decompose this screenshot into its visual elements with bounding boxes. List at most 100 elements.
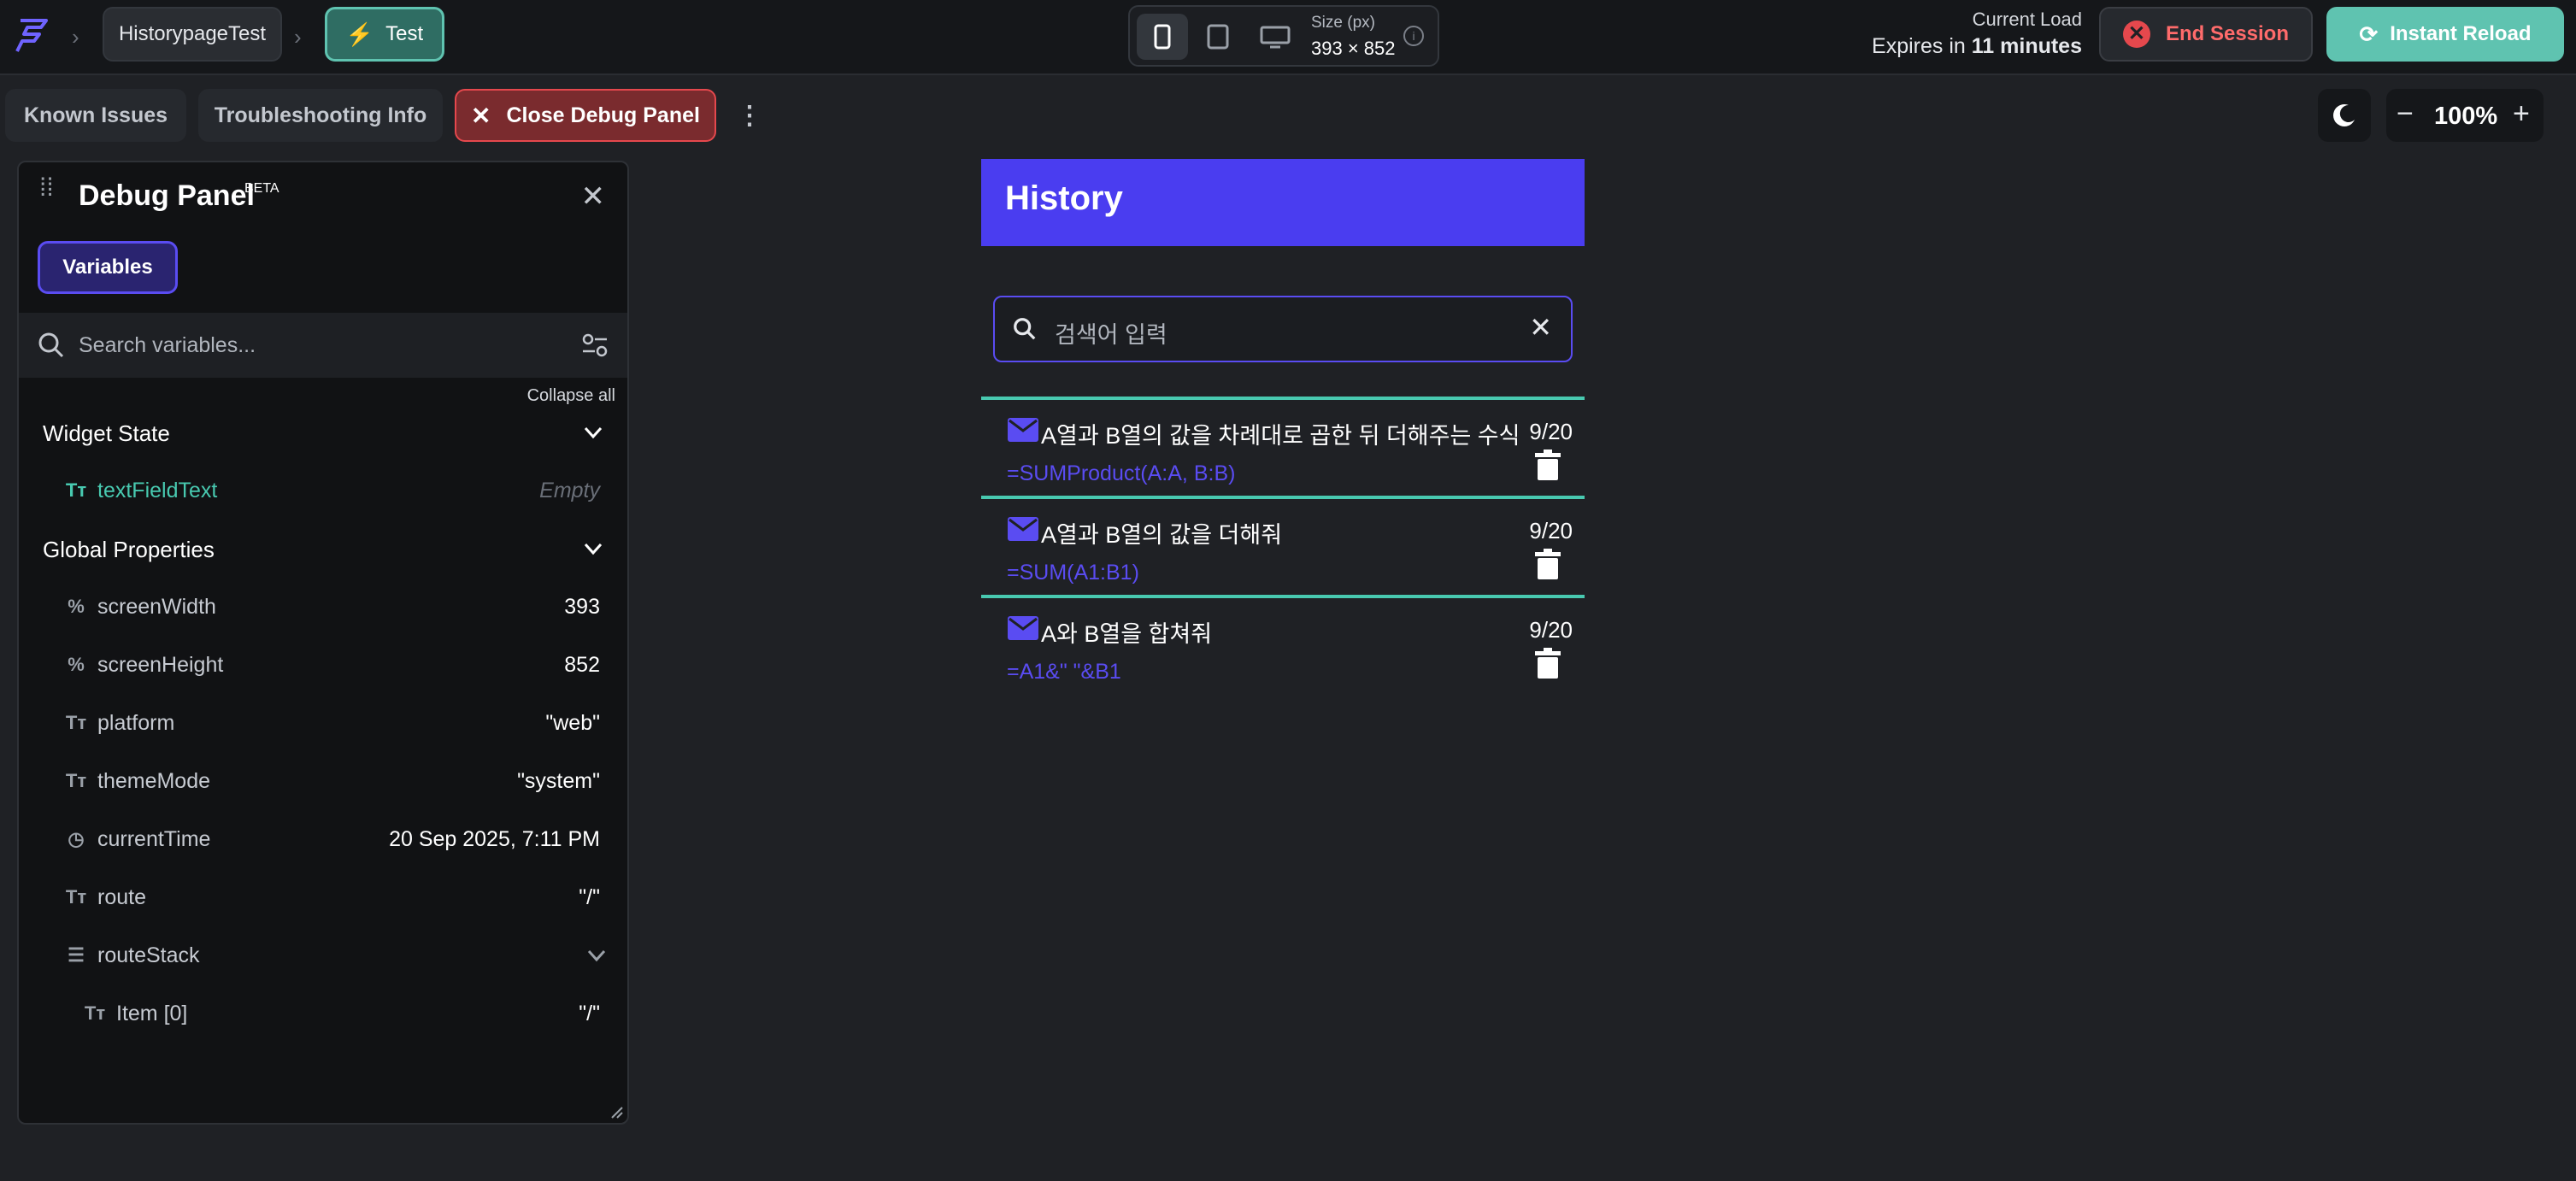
expires-prefix: Expires in — [1872, 34, 1966, 58]
app-preview: History 검색어 입력 ✕ A열과 B열의 값을 차례대로 곱한 뒤 더해… — [981, 159, 1585, 1181]
history-item-formula: =SUMProduct(A:A, B:B) — [1007, 461, 1236, 485]
close-panel-icon[interactable]: ✕ — [581, 179, 606, 214]
history-item-title: A열과 B열의 값을 차례대로 곱한 뒤 더해주는 수식 — [1041, 423, 1520, 449]
variable-name: Item [0] — [116, 1001, 188, 1025]
text-type-icon: Tт — [65, 712, 87, 733]
debug-panel-title: Debug Panel — [79, 179, 255, 212]
trash-icon[interactable] — [1535, 549, 1561, 579]
bolt-icon: ⚡ — [345, 21, 374, 47]
variable-name: route — [97, 884, 146, 909]
variables-tab-label: Variables — [62, 256, 153, 279]
desktop-device-button[interactable] — [1250, 14, 1301, 60]
close-icon: ✕ — [471, 102, 491, 129]
more-options-icon[interactable]: ⋮ — [737, 101, 762, 131]
collapse-all-link[interactable]: Collapse all — [527, 386, 615, 406]
resize-handle-icon[interactable] — [609, 1104, 624, 1119]
debug-panel: ⁞⁞ Debug Panel BETA ✕ Variables Search v… — [17, 161, 629, 1125]
known-issues-label: Known Issues — [23, 103, 168, 127]
history-item-date: 9/20 — [1529, 518, 1573, 543]
search-icon — [1014, 318, 1036, 340]
history-item[interactable]: A열과 B열의 값을 차례대로 곱한 뒤 더해주는 수식 =SUMProduct… — [981, 397, 1585, 496]
chevron-down-icon[interactable] — [583, 538, 603, 559]
zoom-out-icon[interactable]: − — [2397, 97, 2414, 131]
variable-row-screenheight[interactable]: % screenHeight 852 — [19, 636, 631, 694]
percent-icon: % — [68, 596, 85, 617]
variable-name: screenHeight — [97, 652, 224, 677]
beta-badge: BETA — [244, 181, 279, 196]
end-session-button[interactable]: ✕ End Session — [2099, 7, 2313, 62]
variable-row-route[interactable]: Tт route "/" — [19, 868, 631, 926]
device-selector: Size (px) 393 × 852 i — [1128, 5, 1439, 67]
instant-reload-button[interactable]: ⟳ Instant Reload — [2326, 7, 2564, 62]
variable-search-bar[interactable]: Search variables... — [19, 313, 627, 378]
zoom-in-icon[interactable]: + — [2513, 97, 2530, 131]
troubleshooting-button[interactable]: Troubleshooting Info — [198, 89, 443, 142]
widget-state-header[interactable]: Widget State — [43, 420, 170, 447]
top-bar: › HistorypageTest › ⚡ Test Size (px) 393… — [0, 0, 2576, 75]
history-item-formula: =SUM(A1:B1) — [1007, 561, 1139, 585]
clear-search-icon[interactable]: ✕ — [1529, 311, 1552, 344]
breadcrumb-chevron-icon: › — [294, 24, 302, 50]
history-item[interactable]: A와 B열을 합쳐줘 =A1&" "&B1 9/20 — [981, 595, 1585, 694]
filter-icon[interactable] — [581, 332, 609, 359]
variable-value: "web" — [545, 710, 600, 735]
variable-name: themeMode — [97, 768, 211, 793]
text-type-icon: Tт — [65, 479, 87, 501]
phone-icon — [1154, 24, 1171, 50]
variable-row-currenttime[interactable]: ◷ currentTime 20 Sep 2025, 7:11 PM — [19, 810, 631, 868]
end-session-label: End Session — [2165, 22, 2290, 45]
global-properties-header[interactable]: Global Properties — [43, 537, 215, 563]
info-icon[interactable]: i — [1403, 26, 1424, 46]
variable-search-placeholder: Search variables... — [79, 333, 256, 357]
expires-value: 11 minutes — [1971, 34, 2082, 58]
variable-value: "/" — [579, 884, 600, 909]
variable-row-routestack-item-0[interactable]: Tт Item [0] "/" — [19, 984, 631, 1043]
variable-value: 20 Sep 2025, 7:11 PM — [389, 826, 600, 851]
history-search-input[interactable]: 검색어 입력 ✕ — [993, 296, 1573, 362]
size-value: 393 × 852 — [1311, 38, 1396, 59]
variable-row-platform[interactable]: Tт platform "web" — [19, 694, 631, 752]
history-item-formula: =A1&" "&B1 — [1007, 660, 1121, 684]
chevron-down-icon[interactable] — [586, 945, 607, 966]
search-placeholder: 검색어 입력 — [1055, 322, 1167, 348]
flutterflow-logo-icon[interactable] — [12, 17, 51, 55]
variable-value: Empty — [539, 478, 600, 502]
variable-row-screenwidth[interactable]: % screenWidth 393 — [19, 578, 631, 636]
history-item-date: 9/20 — [1529, 419, 1573, 444]
history-item-title: A열과 B열의 값을 더해줘 — [1041, 522, 1283, 548]
text-type-icon: Tт — [65, 886, 87, 908]
breadcrumb-chevron-icon: › — [72, 24, 79, 50]
instant-reload-label: Instant Reload — [2390, 22, 2532, 45]
troubleshooting-label: Troubleshooting Info — [214, 103, 427, 127]
drag-handle-icon[interactable]: ⁞⁞ — [39, 175, 54, 201]
close-debug-panel-button[interactable]: ✕ Close Debug Panel — [455, 89, 716, 142]
variables-tab[interactable]: Variables — [38, 241, 178, 294]
variable-name: textFieldText — [97, 478, 218, 502]
history-item[interactable]: A열과 B열의 값을 더해줘 =SUM(A1:B1) 9/20 — [981, 496, 1585, 595]
trash-icon[interactable] — [1535, 449, 1561, 480]
tablet-icon — [1207, 24, 1229, 50]
history-item-date: 9/20 — [1529, 617, 1573, 643]
known-issues-button[interactable]: Known Issues — [5, 89, 186, 142]
theme-toggle-button[interactable] — [2318, 89, 2371, 142]
current-load-label: Current Load — [1972, 9, 2082, 30]
close-debug-label: Close Debug Panel — [506, 103, 700, 127]
variable-row-thememode[interactable]: Tт themeMode "system" — [19, 752, 631, 810]
reload-icon: ⟳ — [2359, 21, 2379, 47]
text-type-icon: Tт — [84, 1002, 106, 1024]
trash-icon[interactable] — [1535, 648, 1561, 679]
expires-text: Expires in 11 minutes — [1872, 34, 2082, 59]
test-mode-button[interactable]: ⚡ Test — [325, 7, 444, 62]
desktop-icon — [1260, 26, 1291, 49]
app-bar: History — [981, 159, 1585, 246]
project-name-button[interactable]: HistorypageTest — [103, 7, 282, 62]
variable-name: routeStack — [97, 943, 200, 967]
mail-icon — [1008, 517, 1038, 541]
end-session-icon: ✕ — [2122, 21, 2150, 48]
phone-device-button[interactable] — [1137, 14, 1188, 60]
tablet-device-button[interactable] — [1193, 14, 1244, 60]
variable-row-routestack[interactable]: ☰ routeStack — [19, 926, 631, 984]
chevron-down-icon[interactable] — [583, 422, 603, 443]
variable-row-textfieldtext[interactable]: Tт textFieldText Empty — [19, 461, 631, 520]
test-mode-label: Test — [385, 22, 424, 45]
